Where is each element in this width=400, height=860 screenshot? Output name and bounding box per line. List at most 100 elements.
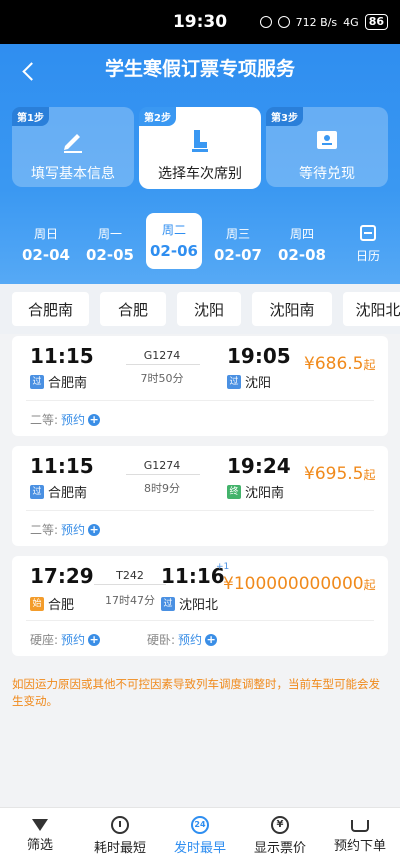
date-week: 周四 — [289, 227, 314, 241]
next-day-marker: +1 — [216, 562, 230, 572]
from-station: 过合肥南 — [30, 372, 87, 391]
bottom-bar-label: 发时最早 — [173, 841, 226, 856]
plus-icon[interactable]: + — [205, 633, 218, 646]
station-name: 沈阳南 — [245, 486, 285, 501]
notice-text: 如因运力原因或其他不可控因素导致列车调度调整时，当前车型可能会发生变动。 — [12, 677, 380, 708]
reserve-link[interactable]: 预约 — [61, 631, 85, 648]
to-station: 终沈阳南 — [227, 482, 284, 501]
calendar-button[interactable]: 日历 — [348, 225, 388, 264]
pencil-icon — [12, 127, 134, 153]
alarm-icon — [259, 16, 272, 28]
bottom-bar: 筛选 耗时最短 24 发时最早 ¥ 显示票价 预约下单 — [0, 807, 400, 860]
bottom-bar-label: 预约下单 — [333, 839, 386, 854]
date-value: 02-05 — [86, 246, 134, 264]
station-name: 合肥 — [48, 598, 75, 613]
station-chip[interactable]: 沈阳 — [177, 292, 241, 326]
train-card[interactable]: 11:15 G1274 7时50分 19:05 ¥686.5起 过合肥南 过沈阳… — [12, 336, 388, 436]
bottom-bar-label: 筛选 — [26, 838, 53, 853]
station-name: 沈阳北 — [179, 598, 219, 613]
seat-option[interactable]: 硬座: 预约 + — [30, 631, 101, 648]
reserve-order-button[interactable]: 预约下单 — [320, 808, 400, 860]
train-card[interactable]: 17:29 T242 17时47分 11:16 +1 ¥100000000000… — [12, 556, 388, 656]
route-line — [94, 584, 166, 585]
date-tab-selected[interactable]: 周二 02-06 — [146, 213, 202, 269]
station-chip[interactable]: 沈阳南 — [252, 292, 332, 326]
duration: 7时50分 — [140, 372, 184, 385]
station-chip[interactable]: 合肥 — [100, 292, 166, 326]
clock-24-icon: 24 — [191, 816, 209, 834]
cart-icon — [351, 820, 369, 832]
show-price-button[interactable]: ¥ 显示票价 — [240, 808, 320, 860]
date-tab[interactable]: 周四 02-08 — [274, 217, 330, 273]
train-number: G1274 — [143, 459, 181, 472]
plus-icon[interactable]: + — [88, 413, 101, 426]
date-value: 02-04 — [22, 246, 70, 264]
seat-type: 二等: — [30, 523, 59, 537]
step-label: 等待兑现 — [299, 166, 355, 182]
pass-badge: 过 — [227, 374, 241, 389]
duration: 8时9分 — [144, 482, 180, 495]
plus-icon[interactable]: + — [88, 523, 101, 536]
yen-icon: ¥ — [271, 816, 289, 834]
step-2[interactable]: 第2步 选择车次席别 — [139, 107, 261, 189]
date-value: 02-08 — [278, 246, 326, 264]
bottom-bar-label: 耗时最短 — [93, 841, 146, 856]
station-chip[interactable]: 沈阳北 — [343, 292, 400, 326]
step-1[interactable]: 第1步 填写基本信息 — [12, 107, 134, 187]
pass-badge: 过 — [161, 596, 175, 611]
sort-earliest-button[interactable]: 24 发时最早 — [160, 808, 240, 860]
date-week: 周一 — [97, 227, 122, 241]
step-3[interactable]: 第3步 等待兑现 — [266, 107, 388, 187]
depart-time: 17:29 — [30, 564, 94, 588]
date-value: 02-07 — [214, 246, 262, 264]
reserve-link[interactable]: 预约 — [61, 411, 85, 428]
reserve-link[interactable]: 预约 — [61, 521, 85, 538]
sort-shortest-button[interactable]: 耗时最短 — [80, 808, 160, 860]
plus-icon[interactable]: + — [88, 633, 101, 646]
filter-button[interactable]: 筛选 — [0, 808, 80, 860]
station-chip[interactable]: 合肥南 — [12, 292, 89, 326]
clock-icon — [111, 816, 129, 834]
reserve-link[interactable]: 预约 — [178, 631, 202, 648]
from-station: 始合肥 — [30, 594, 74, 613]
date-week: 周三 — [225, 227, 250, 241]
net-speed: 712 B/s — [295, 15, 338, 29]
date-tab[interactable]: 周三 02-07 — [210, 217, 266, 273]
step-label: 选择车次席别 — [158, 166, 242, 182]
seat-type: 硬卧: — [147, 633, 176, 647]
seat-option[interactable]: 二等: 预约 + — [30, 521, 101, 538]
seat-icon — [139, 127, 261, 153]
price: ¥695.5起 — [304, 464, 376, 484]
step-tag: 第3步 — [266, 107, 303, 126]
pass-badge: 过 — [30, 484, 44, 499]
status-bar: 19:30 712 B/s 4G 86 — [0, 0, 400, 44]
signal-label: 4G — [343, 15, 359, 29]
train-card[interactable]: 11:15 G1274 8时9分 19:24 ¥695.5起 过合肥南 终沈阳南… — [12, 446, 388, 546]
status-icons: 712 B/s 4G 86 — [259, 14, 388, 30]
to-station: 过沈阳 — [227, 372, 271, 391]
step-tag: 第1步 — [12, 107, 49, 126]
date-tab[interactable]: 周一 02-05 — [82, 217, 138, 273]
calendar-icon — [360, 225, 376, 241]
seat-type: 二等: — [30, 413, 59, 427]
ticket-icon — [266, 127, 388, 153]
calendar-label: 日历 — [355, 249, 380, 263]
step-label: 填写基本信息 — [31, 166, 115, 182]
terminal-badge: 终 — [227, 484, 241, 499]
price-suffix: 起 — [363, 358, 376, 372]
pass-badge: 过 — [30, 374, 44, 389]
bottom-bar-label: 显示票价 — [253, 841, 306, 856]
price-value: ¥686.5 — [304, 354, 364, 374]
seat-type: 硬座: — [30, 633, 59, 647]
seat-option[interactable]: 二等: 预约 + — [30, 411, 101, 428]
steps: 第1步 填写基本信息 第2步 选择车次席别 第3步 等待兑现 — [12, 107, 388, 189]
date-tabs: 周日 02-04 周一 02-05 周二 02-06 周三 02-07 周四 0… — [0, 213, 400, 277]
duration: 17时47分 — [105, 594, 155, 607]
seat-option[interactable]: 硬卧: 预约 + — [147, 631, 218, 648]
filter-icon — [32, 819, 48, 831]
date-tab[interactable]: 周日 02-04 — [18, 217, 74, 273]
divider — [26, 510, 374, 511]
depart-time: 11:15 — [30, 344, 94, 368]
route-line — [126, 474, 200, 475]
bluetooth-icon — [277, 16, 290, 28]
